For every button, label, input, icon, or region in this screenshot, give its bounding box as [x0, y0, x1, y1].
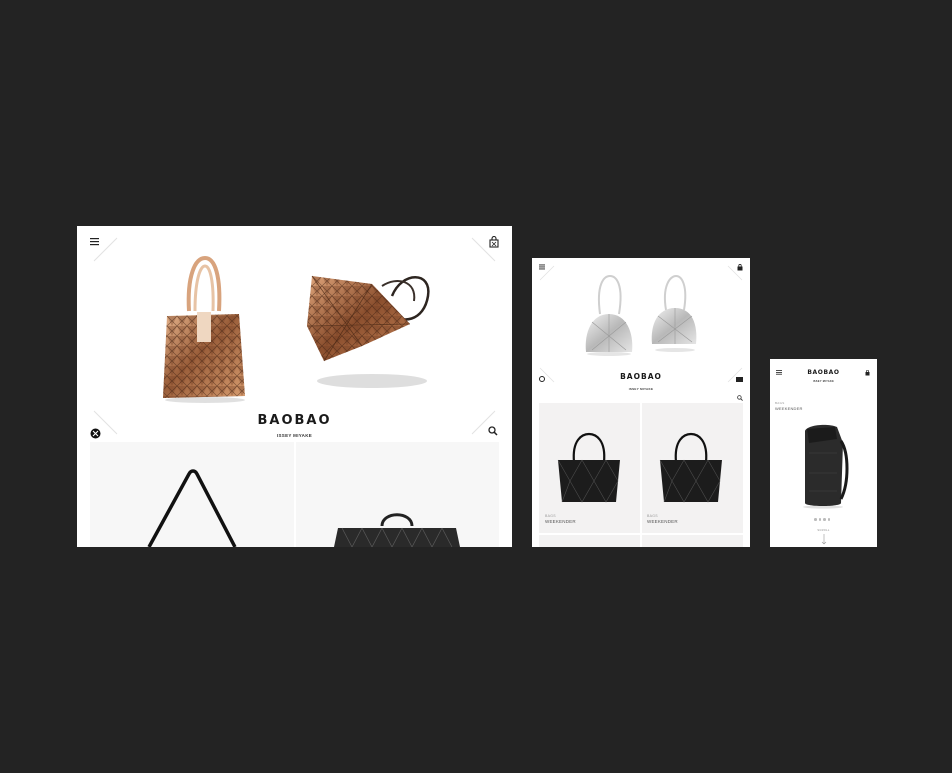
shopping-bag-icon[interactable]: [489, 236, 499, 248]
mobile-screen: BAOBAO ISSEY MIYAKE BAGS WEEKENDER SCROL…: [770, 359, 877, 547]
product-image-black-duffel: [334, 513, 460, 547]
product-image-black-tote: [557, 432, 620, 503]
brand-subtitle: ISSEY MIYAKE: [276, 433, 313, 438]
hero-image-silver-backpack: [585, 274, 633, 356]
product-label: BAGS WEEKENDER: [775, 401, 803, 411]
product-tile[interactable]: [539, 535, 640, 547]
brand-subtitle: ISSEY MIYAKE: [812, 380, 835, 383]
hamburger-menu-icon[interactable]: [90, 237, 100, 246]
hero-image-silver-backpack-2: [651, 274, 697, 352]
hero-image-tote-bag: [163, 256, 245, 403]
close-icon[interactable]: [539, 376, 545, 382]
carousel-dots[interactable]: [814, 518, 834, 521]
product-name: WEEKENDER: [775, 405, 803, 411]
product-name: WEEKENDER: [545, 518, 576, 524]
brand-subtitle: ISSEY MIYAKE: [628, 387, 654, 391]
product-image-black-backpack: [803, 424, 849, 509]
product-label: BAGS WEEKENDER: [647, 514, 678, 524]
hero-image-folded-bag: [306, 275, 430, 388]
product-image-black-tote: [659, 432, 722, 503]
down-arrow-icon[interactable]: [821, 534, 827, 545]
close-icon[interactable]: [90, 428, 101, 439]
mail-icon[interactable]: [736, 377, 743, 382]
tablet-screen: BAOBAO ISSEY MIYAKE BAGS WEEKENDER BAGS …: [532, 258, 750, 547]
brand-logo[interactable]: BAOBAO: [77, 413, 512, 428]
desktop-screen: BAOBAO ISSEY MIYAKE: [77, 226, 512, 547]
shopping-bag-icon[interactable]: [737, 264, 743, 271]
brand-logo[interactable]: BAOBAO: [532, 372, 750, 381]
product-tile[interactable]: [642, 535, 743, 547]
brand-logo[interactable]: BAOBAO: [770, 369, 877, 376]
search-icon[interactable]: [737, 395, 743, 401]
product-image-black-bag-straps: [147, 469, 237, 547]
shopping-bag-icon[interactable]: [865, 370, 870, 376]
search-icon[interactable]: [488, 426, 498, 436]
product-label: BAGS WEEKENDER: [545, 514, 576, 524]
scroll-label: SCROLL: [817, 529, 830, 532]
product-name: WEEKENDER: [647, 518, 678, 524]
hamburger-menu-icon[interactable]: [539, 264, 546, 270]
